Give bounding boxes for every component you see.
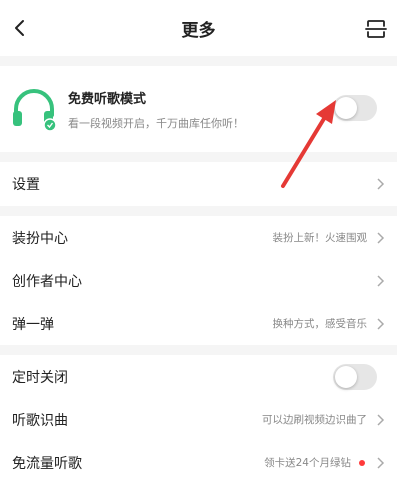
page-title: 更多 [181, 20, 216, 41]
chevron-right-icon [377, 231, 385, 244]
tan-yi-tan-row[interactable]: 弹一弹 换种方式，感受音乐 [0, 302, 397, 345]
song-recognition-hint: 可以边刷视频边识曲了 [262, 414, 367, 426]
settings-row[interactable]: 设置 [0, 162, 397, 206]
sleep-timer-toggle[interactable] [333, 364, 377, 390]
data-free-listening-row[interactable]: 免流量听歌 领卡送24个月绿钻 [0, 441, 397, 484]
free-mode-title: 免费听歌模式 [68, 91, 147, 107]
sleep-timer-row: 定时关闭 [0, 355, 397, 398]
scan-icon[interactable] [365, 18, 387, 40]
top-bar: 更多 [0, 0, 397, 56]
free-mode-subtitle: 看一段视频开启，千万曲库任你听！ [68, 116, 244, 130]
sleep-timer-label: 定时关闭 [12, 369, 68, 386]
tan-yi-tan-hint: 换种方式，感受音乐 [272, 318, 368, 330]
back-arrow-icon[interactable] [10, 18, 30, 38]
dress-up-center-label: 装扮中心 [12, 230, 68, 247]
dress-up-center-row[interactable]: 装扮中心 装扮上新！火速围观 [0, 216, 397, 259]
chevron-right-icon [377, 456, 385, 469]
song-recognition-row[interactable]: 听歌识曲 可以边刷视频边识曲了 [0, 398, 397, 441]
chevron-right-icon [377, 178, 385, 190]
creator-center-label: 创作者中心 [12, 273, 82, 290]
toggle-knob [335, 97, 357, 119]
chevron-right-icon [377, 413, 385, 426]
tan-yi-tan-label: 弹一弹 [12, 316, 54, 333]
dress-up-center-hint: 装扮上新！火速围观 [272, 232, 368, 244]
chevron-right-icon [377, 274, 385, 287]
song-recognition-label: 听歌识曲 [12, 412, 68, 429]
data-free-listening-label: 免流量听歌 [12, 455, 82, 472]
creator-center-row[interactable]: 创作者中心 [0, 259, 397, 302]
toggle-knob [335, 366, 357, 388]
red-dot-badge [359, 459, 365, 466]
data-free-listening-hint: 领卡送24个月绿钻 [264, 457, 351, 469]
headphone-icon [13, 89, 57, 132]
chevron-right-icon [377, 317, 385, 330]
settings-label: 设置 [12, 177, 40, 193]
free-listen-mode-card: 免费听歌模式 看一段视频开启，千万曲库任你听！ [0, 66, 397, 152]
free-mode-toggle[interactable] [333, 95, 377, 121]
cut-off-row [0, 484, 397, 496]
